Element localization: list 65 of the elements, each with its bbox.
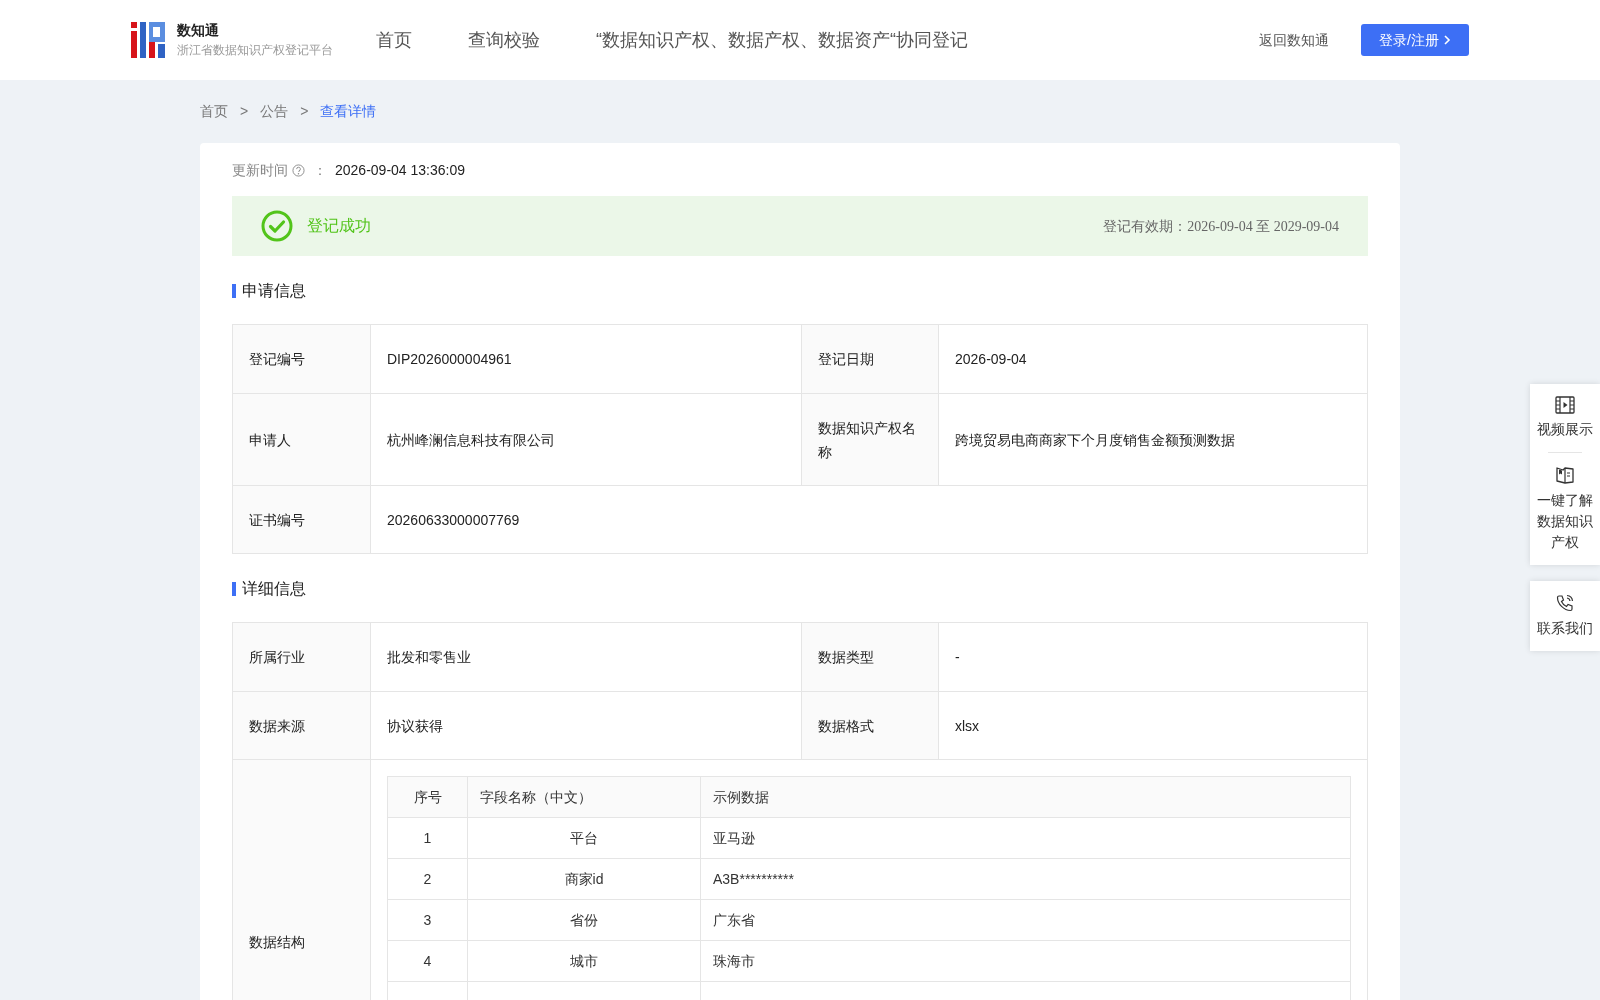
- brand-name: 数知通: [177, 21, 220, 40]
- field-value: 杭州峰澜信息科技有限公司: [386, 430, 556, 450]
- colon: ：: [312, 160, 328, 180]
- field-label: 证书编号: [233, 486, 371, 553]
- update-time-value: 2026-09-04 13:36:09: [335, 160, 465, 180]
- nav-link[interactable]: “数据知识产权、数据产权、数据资产“协同登记: [596, 26, 968, 54]
- login-button[interactable]: 登录/注册: [1361, 24, 1469, 56]
- field-value: 2026-09-04: [954, 350, 1028, 369]
- breadcrumb-separator: >: [299, 102, 310, 121]
- section-title: 详细信息: [242, 579, 306, 599]
- section-marker: [232, 284, 236, 298]
- table-cell: 省份: [467, 899, 701, 941]
- table-cell: 平台: [467, 817, 701, 859]
- table-cell: 1: [387, 817, 468, 859]
- field-label: 数据知识产权名称: [801, 394, 939, 485]
- field-value: DIP2026000004961: [386, 350, 513, 369]
- field-label: 数据来源: [233, 692, 371, 759]
- field-label: 数据结构: [233, 760, 371, 1000]
- table-cell: 商家id: [467, 858, 701, 900]
- table-cell: 3: [387, 899, 468, 941]
- field-label: 申请人: [233, 394, 371, 485]
- field-value: 20260633000007769: [386, 510, 521, 530]
- film-icon: [1555, 396, 1575, 414]
- side-panel-item[interactable]: 联系我们: [1530, 581, 1600, 651]
- table-cell: 珠海市: [700, 940, 1351, 982]
- table-cell: 4: [387, 940, 468, 982]
- field-label: 数据格式: [801, 692, 939, 759]
- field-label: 所属行业: [233, 623, 371, 691]
- table-cell: 广东省: [700, 899, 1351, 941]
- table-cell: 城市: [467, 940, 701, 982]
- section-marker: [232, 582, 236, 596]
- side-panel-item[interactable]: 视频展示: [1530, 384, 1600, 452]
- table-cell: 亚马逊: [700, 817, 1351, 859]
- field-value: 批发和零售业: [386, 648, 472, 667]
- field-label: 登记编号: [233, 325, 371, 393]
- nav-link[interactable]: 首页: [376, 26, 412, 54]
- breadcrumb-separator: >: [239, 102, 250, 121]
- book-icon: [1555, 465, 1575, 485]
- field-value: 协议获得: [386, 716, 444, 736]
- phone-icon: [1555, 593, 1575, 613]
- side-panel-item[interactable]: 一键了解数据知识产权: [1530, 453, 1600, 565]
- field-value: xlsx: [954, 716, 981, 736]
- validity-period: 登记有效期：2026-09-04 至 2029-09-04: [1103, 217, 1339, 236]
- column-header: 序号: [387, 776, 468, 818]
- back-link[interactable]: 返回数知通: [1259, 29, 1329, 51]
- update-time-label: 更新时间: [232, 160, 288, 180]
- logo-icon: [131, 22, 165, 58]
- breadcrumb-link[interactable]: 公告: [260, 101, 289, 122]
- nav-link[interactable]: 查询校验: [468, 26, 540, 54]
- help-icon[interactable]: [292, 163, 305, 177]
- field-value: -: [954, 648, 961, 667]
- field-label: 数据类型: [801, 623, 939, 691]
- table-cell: 2: [387, 858, 468, 900]
- brand-subtitle: 浙江省数据知识产权登记平台: [177, 42, 333, 59]
- field-value: 跨境贸易电商商家下个月度销售金额预测数据: [954, 430, 1236, 450]
- chevron-right-icon: [1442, 35, 1451, 45]
- section-title: 申请信息: [242, 281, 306, 301]
- check-circle-icon: [261, 210, 293, 242]
- breadcrumb-link[interactable]: 查看详情: [320, 101, 377, 122]
- status-text: 登记成功: [307, 216, 371, 236]
- breadcrumb-link[interactable]: 首页: [200, 101, 228, 122]
- column-header: 字段名称（中文）: [467, 776, 701, 818]
- field-label: 登记日期: [801, 325, 939, 393]
- column-header: 示例数据: [700, 776, 1351, 818]
- table-cell: A3B**********: [700, 858, 1351, 900]
